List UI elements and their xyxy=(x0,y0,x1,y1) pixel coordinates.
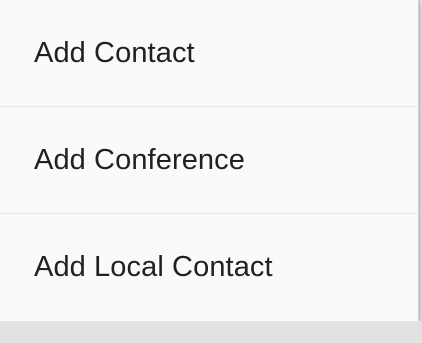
menu-item-add-conference[interactable]: Add Conference xyxy=(0,107,418,214)
menu-item-label: Add Local Contact xyxy=(34,251,273,283)
menu-item-add-contact[interactable]: Add Contact xyxy=(0,0,418,107)
menu-item-label: Add Conference xyxy=(34,143,245,176)
overflow-menu: Add Contact Add Conference Add Local Con… xyxy=(0,0,419,321)
menu-item-label: Add Contact xyxy=(34,36,195,69)
backdrop xyxy=(0,321,422,343)
menu-item-add-local-contact[interactable]: Add Local Contact xyxy=(0,214,418,321)
